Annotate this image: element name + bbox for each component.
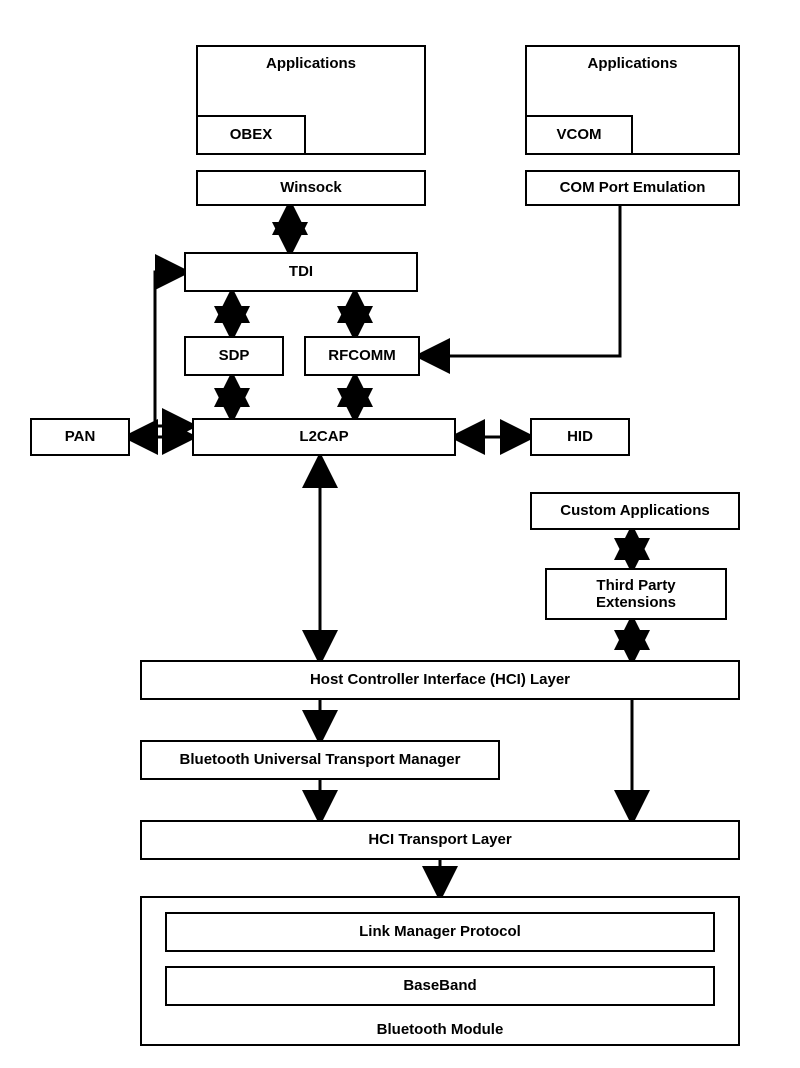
box-hci-transport: HCI Transport Layer [140,820,740,860]
label-rfcomm: RFCOMM [328,347,396,364]
label-vcom: VCOM [557,126,602,143]
label-obex: OBEX [230,126,273,143]
label-third-party-extensions: Third Party Extensions [596,577,676,612]
box-com-port-emulation: COM Port Emulation [525,170,740,206]
box-pan: PAN [30,418,130,456]
box-tdi: TDI [184,252,418,292]
box-custom-applications: Custom Applications [530,492,740,530]
box-hid: HID [530,418,630,456]
label-com-port-emulation: COM Port Emulation [560,179,706,196]
label-applications-left: Applications [266,55,356,72]
diagram-canvas: Applications OBEX Applications VCOM Wins… [0,0,800,1068]
label-hci-transport: HCI Transport Layer [368,831,511,848]
box-hci-layer: Host Controller Interface (HCI) Layer [140,660,740,700]
box-winsock: Winsock [196,170,426,206]
label-l2cap: L2CAP [299,428,348,445]
label-applications-right: Applications [587,55,677,72]
label-tdi: TDI [289,263,313,280]
label-bluetooth-module: Bluetooth Module [377,1021,504,1038]
box-link-manager-protocol: Link Manager Protocol [165,912,715,952]
label-winsock: Winsock [280,179,342,196]
box-rfcomm: RFCOMM [304,336,420,376]
box-baseband: BaseBand [165,966,715,1006]
label-link-manager: Link Manager Protocol [359,923,521,940]
box-l2cap: L2CAP [192,418,456,456]
box-butm: Bluetooth Universal Transport Manager [140,740,500,780]
label-baseband: BaseBand [403,977,476,994]
label-sdp: SDP [219,347,250,364]
box-obex: OBEX [196,115,306,155]
box-third-party-extensions: Third Party Extensions [545,568,727,620]
box-sdp: SDP [184,336,284,376]
label-hid: HID [567,428,593,445]
label-hci-layer: Host Controller Interface (HCI) Layer [310,671,570,688]
box-vcom: VCOM [525,115,633,155]
label-butm: Bluetooth Universal Transport Manager [180,751,461,768]
label-pan: PAN [65,428,96,445]
label-custom-applications: Custom Applications [560,502,709,519]
